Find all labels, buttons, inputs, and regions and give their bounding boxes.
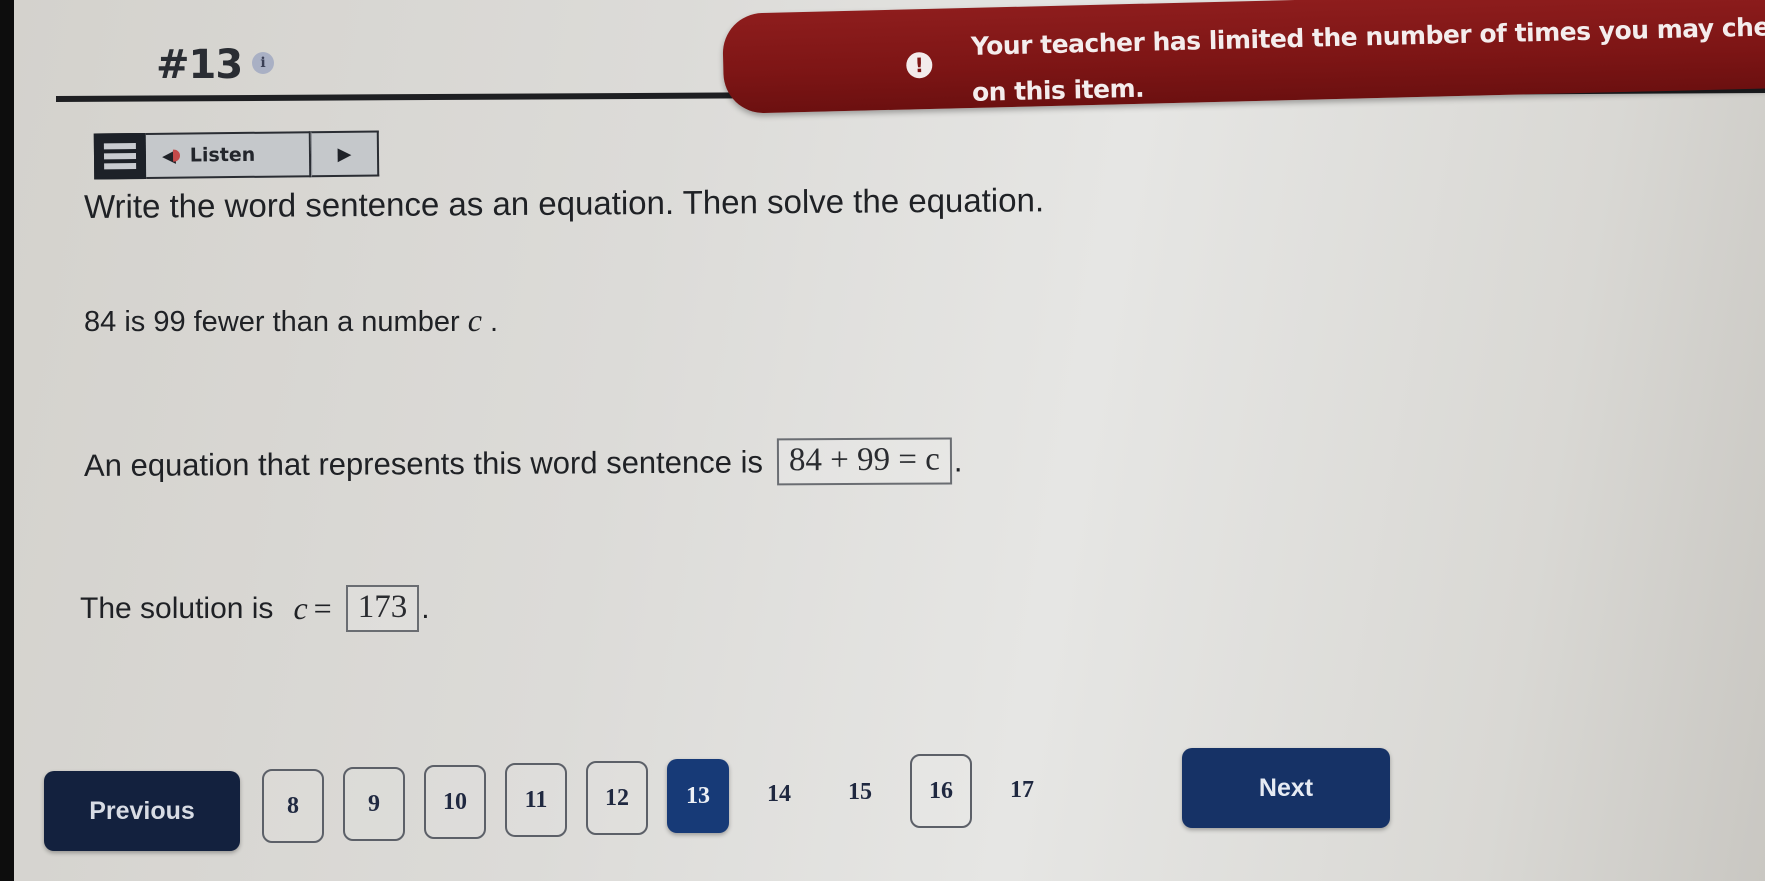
solution-equals: = bbox=[313, 590, 332, 626]
page-button-13[interactable]: 13 bbox=[667, 759, 729, 833]
page-button-15[interactable]: 15 bbox=[829, 755, 891, 829]
hamburger-icon-bar bbox=[103, 153, 137, 160]
info-icon[interactable]: i bbox=[252, 52, 274, 74]
equation-row: An equation that represents this word se… bbox=[84, 437, 963, 489]
solution-period: . bbox=[421, 591, 430, 625]
problem-variable: c bbox=[467, 302, 482, 338]
question-instruction: Write the word sentence as an equation. … bbox=[83, 181, 1045, 225]
listen-button[interactable]: ◀ Listen bbox=[145, 131, 312, 179]
menu-button[interactable] bbox=[93, 132, 147, 180]
read-aloud-toolbar: ◀ Listen ▶ bbox=[93, 130, 380, 180]
problem-statement: 84 is 99 fewer than a number c . bbox=[84, 302, 498, 339]
page-button-16[interactable]: 16 bbox=[910, 754, 972, 828]
page-button-10[interactable]: 10 bbox=[424, 765, 486, 839]
solution-answer-field[interactable]: 173 bbox=[345, 585, 420, 632]
solution-variable: c bbox=[293, 590, 308, 626]
next-button[interactable]: Next bbox=[1182, 748, 1390, 828]
item-number-title: #13 bbox=[156, 42, 243, 88]
page-button-17[interactable]: 17 bbox=[991, 753, 1053, 827]
alert-message: Your teacher has limited the number of t… bbox=[970, 2, 1765, 116]
hamburger-icon-bar bbox=[103, 143, 136, 150]
equation-prompt: An equation that represents this word se… bbox=[83, 443, 764, 483]
equation-period: . bbox=[953, 442, 963, 478]
page-button-8[interactable]: 8 bbox=[262, 769, 324, 843]
play-icon: ▶ bbox=[337, 143, 352, 164]
hamburger-icon-bar bbox=[104, 163, 137, 170]
page-button-12[interactable]: 12 bbox=[586, 761, 648, 835]
listen-label: Listen bbox=[189, 143, 256, 167]
solution-row: The solution is c = 173 . bbox=[80, 585, 430, 632]
previous-button[interactable]: Previous bbox=[44, 771, 240, 851]
page-button-14[interactable]: 14 bbox=[748, 757, 810, 831]
page-button-9[interactable]: 9 bbox=[343, 767, 405, 841]
screen: #13 i ! Your teacher has limited the num… bbox=[14, 0, 1765, 881]
speaker-icon: ◀ bbox=[161, 145, 176, 167]
play-button[interactable]: ▶ bbox=[310, 130, 380, 178]
question-navigation: Previous 8 9 10 11 12 13 14 15 16 17 Next bbox=[44, 748, 1765, 858]
problem-text: 84 is 99 fewer than a number bbox=[84, 306, 460, 338]
solution-prompt: The solution is bbox=[80, 591, 274, 625]
exclamation-icon: ! bbox=[905, 51, 933, 79]
page-button-11[interactable]: 11 bbox=[505, 763, 567, 837]
equation-answer-field[interactable]: 84 + 99 = c bbox=[776, 437, 952, 486]
check-limit-alert: ! Your teacher has limited the number of… bbox=[722, 0, 1765, 114]
problem-end: . bbox=[481, 306, 499, 338]
